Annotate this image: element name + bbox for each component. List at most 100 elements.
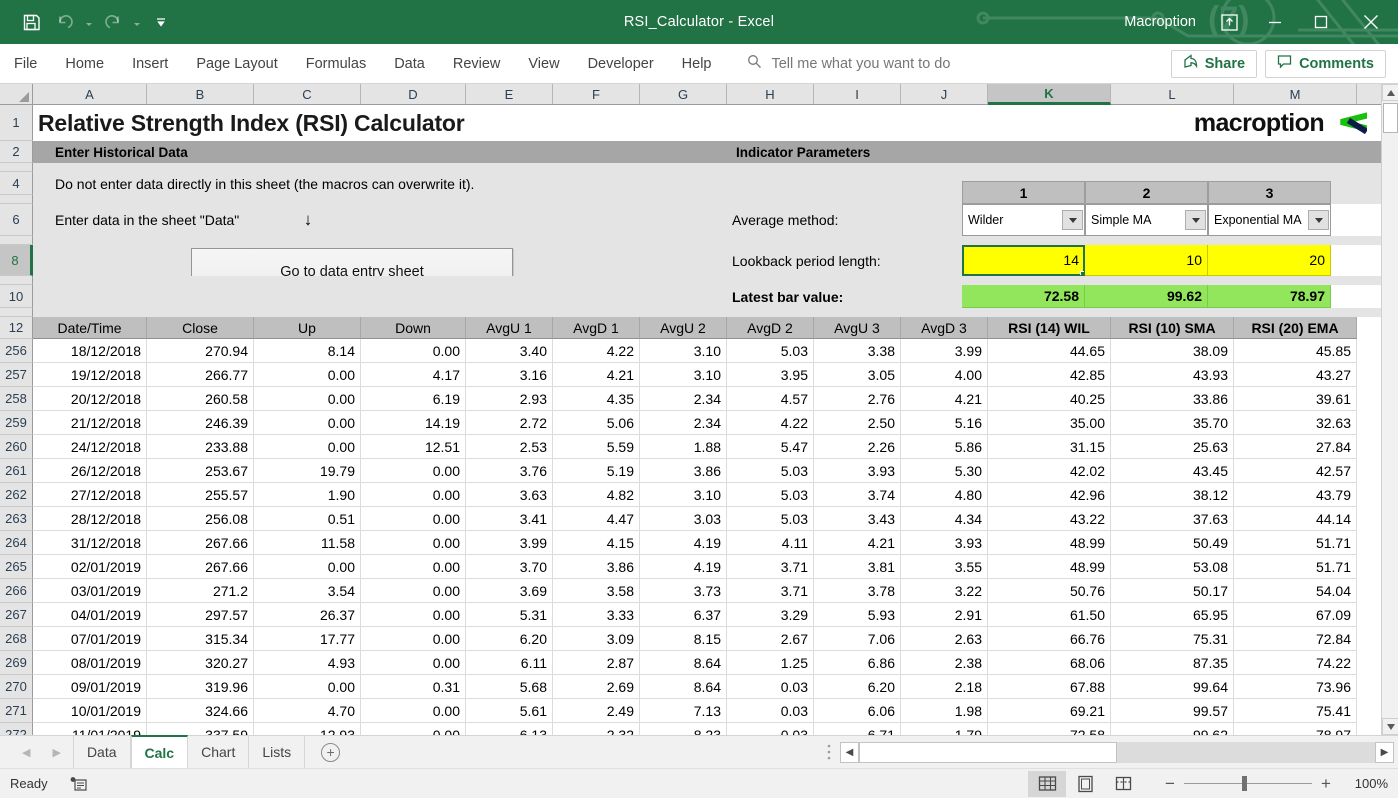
table-cell[interactable]: 319.96	[147, 675, 254, 699]
next-sheet-icon[interactable]: ▶	[52, 746, 60, 759]
row-header[interactable]: 260	[0, 435, 33, 459]
table-cell[interactable]: 43.45	[1111, 459, 1234, 483]
table-cell[interactable]: 315.34	[147, 627, 254, 651]
table-cell[interactable]: 40.25	[988, 387, 1111, 411]
input-lookback-1[interactable]: 14	[962, 245, 1085, 276]
table-cell[interactable]: 42.57	[1234, 459, 1357, 483]
select-all-corner[interactable]	[0, 84, 33, 104]
row-header-1[interactable]: 1	[0, 105, 33, 141]
table-cell[interactable]: 19/12/2018	[33, 363, 147, 387]
table-cell[interactable]: 5.59	[553, 435, 640, 459]
tab-file[interactable]: File	[0, 44, 51, 84]
table-cell[interactable]: 99.57	[1111, 699, 1234, 723]
table-cell[interactable]: 4.17	[361, 363, 466, 387]
tab-view[interactable]: View	[514, 44, 573, 84]
table-cell[interactable]: 67.88	[988, 675, 1111, 699]
sheet-nav-arrows[interactable]: ◀ ▶	[0, 736, 73, 768]
table-cell[interactable]: 0.00	[361, 483, 466, 507]
zoom-thumb[interactable]	[1242, 776, 1247, 791]
table-cell[interactable]: 78.97	[1234, 723, 1357, 735]
table-cell[interactable]: 12.51	[361, 435, 466, 459]
table-cell[interactable]: 11/01/2019	[33, 723, 147, 735]
row-header[interactable]: 271	[0, 699, 33, 723]
tab-insert[interactable]: Insert	[118, 44, 182, 84]
table-cell[interactable]: 3.40	[466, 339, 553, 363]
table-cell[interactable]: 31/12/2018	[33, 531, 147, 555]
table-cell[interactable]: 0.00	[254, 363, 361, 387]
undo-dropdown-icon[interactable]	[82, 7, 96, 37]
table-cell[interactable]: 4.82	[553, 483, 640, 507]
table-cell[interactable]: 18/12/2018	[33, 339, 147, 363]
table-cell[interactable]: 37.63	[1111, 507, 1234, 531]
new-sheet-button[interactable]: +	[305, 736, 356, 768]
table-cell[interactable]: 67.09	[1234, 603, 1357, 627]
table-row[interactable]: 25618/12/2018270.948.140.003.404.223.105…	[0, 339, 1381, 363]
row-header-12[interactable]: 12	[0, 317, 33, 339]
redo-icon[interactable]	[96, 7, 130, 37]
table-cell[interactable]: 337.59	[147, 723, 254, 735]
table-cell[interactable]: 12.93	[254, 723, 361, 735]
table-cell[interactable]: 0.00	[361, 627, 466, 651]
column-header-row[interactable]: A B C D E F G H I J K L M	[0, 84, 1398, 105]
vertical-scrollbar[interactable]	[1381, 84, 1398, 735]
table-cell[interactable]: 38.09	[1111, 339, 1234, 363]
row-header[interactable]: 268	[0, 627, 33, 651]
table-cell[interactable]: 3.63	[466, 483, 553, 507]
table-cell[interactable]: 3.70	[466, 555, 553, 579]
table-cell[interactable]: 4.57	[727, 387, 814, 411]
table-cell[interactable]: 39.61	[1234, 387, 1357, 411]
table-cell[interactable]: 3.99	[466, 531, 553, 555]
row-header[interactable]: 261	[0, 459, 33, 483]
table-cell[interactable]: 17.77	[254, 627, 361, 651]
table-row[interactable]: 25719/12/2018266.770.004.173.164.213.103…	[0, 363, 1381, 387]
page-layout-view-button[interactable]	[1066, 771, 1104, 797]
table-cell[interactable]: 72.58	[988, 723, 1111, 735]
dropdown-average-method-3[interactable]: Exponential MA	[1208, 204, 1331, 236]
horizontal-scroll-track[interactable]	[859, 742, 1375, 763]
table-cell[interactable]: 48.99	[988, 531, 1111, 555]
table-cell[interactable]: 25.63	[1111, 435, 1234, 459]
table-cell[interactable]: 4.80	[901, 483, 988, 507]
prev-sheet-icon[interactable]: ◀	[22, 746, 30, 759]
table-cell[interactable]: 255.57	[147, 483, 254, 507]
row-header[interactable]: 258	[0, 387, 33, 411]
table-cell[interactable]: 3.99	[901, 339, 988, 363]
table-cell[interactable]: 08/01/2019	[33, 651, 147, 675]
table-cell[interactable]: 6.06	[814, 699, 901, 723]
table-cell[interactable]: 3.95	[727, 363, 814, 387]
sheet-tab-data[interactable]: Data	[73, 736, 131, 768]
table-cell[interactable]: 4.11	[727, 531, 814, 555]
zoom-level-label[interactable]: 100%	[1340, 776, 1388, 791]
ribbon-display-options-icon[interactable]	[1206, 0, 1252, 44]
table-cell[interactable]: 1.98	[901, 699, 988, 723]
table-row[interactable]: 26704/01/2019297.5726.370.005.313.336.37…	[0, 603, 1381, 627]
table-cell[interactable]: 2.91	[901, 603, 988, 627]
row-header[interactable]: 265	[0, 555, 33, 579]
table-cell[interactable]: 4.34	[901, 507, 988, 531]
table-cell[interactable]: 3.43	[814, 507, 901, 531]
table-cell[interactable]: 5.31	[466, 603, 553, 627]
table-cell[interactable]: 0.31	[361, 675, 466, 699]
horizontal-scrollbar[interactable]: ◀ ▶	[840, 736, 1398, 768]
go-to-data-entry-sheet-button[interactable]: Go to data entry sheet	[191, 248, 513, 276]
table-cell[interactable]: 4.19	[640, 531, 727, 555]
table-row[interactable]: 26126/12/2018253.6719.790.003.765.193.86…	[0, 459, 1381, 483]
dropdown-average-method-2[interactable]: Simple MA	[1085, 204, 1208, 236]
table-cell[interactable]: 31.15	[988, 435, 1111, 459]
table-cell[interactable]: 1.88	[640, 435, 727, 459]
sheet-tab-lists[interactable]: Lists	[249, 736, 305, 768]
table-cell[interactable]: 2.63	[901, 627, 988, 651]
tab-split-handle[interactable]	[818, 736, 840, 768]
customize-qat-icon[interactable]	[144, 7, 178, 37]
sheet-row-8[interactable]: 8 Go to data entry sheet Lookback period…	[0, 245, 1381, 276]
table-cell[interactable]: 72.84	[1234, 627, 1357, 651]
table-cell[interactable]: 4.35	[553, 387, 640, 411]
tab-developer[interactable]: Developer	[574, 44, 668, 84]
table-cell[interactable]: 267.66	[147, 531, 254, 555]
table-cell[interactable]: 99.62	[1111, 723, 1234, 735]
save-icon[interactable]	[14, 7, 48, 37]
table-cell[interactable]: 7.13	[640, 699, 727, 723]
table-cell[interactable]: 3.81	[814, 555, 901, 579]
table-cell[interactable]: 0.00	[361, 699, 466, 723]
table-cell[interactable]: 68.06	[988, 651, 1111, 675]
